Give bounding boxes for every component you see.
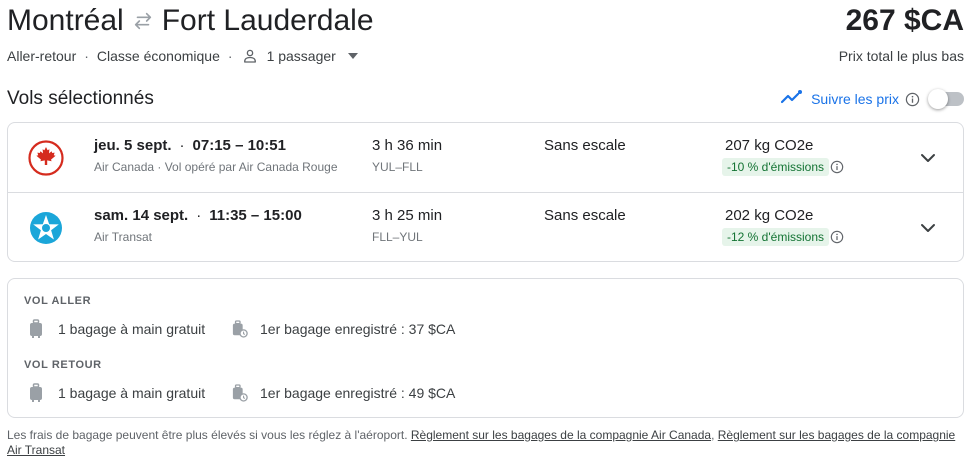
selected-flights-title: Vols sélectionnés: [7, 88, 154, 109]
baggage-footnote: Les frais de bagage peuvent être plus él…: [7, 428, 957, 458]
footnote-comma: ,: [711, 428, 715, 442]
carry-on-text: 1 bagage à main gratuit: [58, 385, 206, 401]
flight-date: jeu. 5 sept.: [94, 137, 172, 154]
flight-times: sam. 14 sept. · 11:35 – 15:00: [94, 207, 302, 224]
outbound-heading: VOL ALLER: [24, 295, 92, 307]
air-canada-logo: [28, 140, 64, 176]
emissions-value: 207 kg CO2e: [725, 137, 814, 154]
trip-type: Aller-retour: [7, 48, 77, 64]
departure-arrival-time: 07:15 – 10:51: [192, 137, 286, 154]
route-title: Montréal Fort Lauderdale: [7, 2, 374, 40]
emissions-badge: -10 % d'émissions: [722, 158, 829, 176]
departure-arrival-time: 11:35 – 15:00: [209, 207, 302, 224]
footnote-text: Les frais de bagage peuvent être plus él…: [7, 428, 408, 442]
swap-arrows-icon: [129, 2, 157, 40]
track-prices-label[interactable]: Suivre les prix: [811, 91, 899, 107]
selected-flights-card: jeu. 5 sept. · 07:15 – 10:51 Air Canada · …: [7, 122, 964, 262]
carry-on-text: 1 bagage à main gratuit: [58, 321, 206, 337]
trip-header: Montréal Fort Lauderdale 267 $CA: [7, 2, 964, 42]
chevron-down-icon[interactable]: [919, 149, 937, 167]
person-icon: [241, 47, 259, 65]
info-icon[interactable]: [830, 160, 844, 174]
track-prices[interactable]: Suivre les prix: [780, 86, 964, 112]
stops-info: Sans escale: [544, 207, 626, 224]
separator-dot: ·: [196, 207, 202, 224]
caret-down-icon[interactable]: [347, 53, 358, 59]
info-icon[interactable]: [905, 92, 920, 107]
toggle-knob: [928, 89, 948, 109]
checked-bag-text: 1er bagage enregistré : 49 $CA: [260, 385, 456, 401]
trip-options: Aller-retour · Classe économique · 1 pas…: [7, 45, 358, 67]
emissions-badge: -12 % d'émissions: [722, 228, 829, 246]
origin-city: Montréal: [7, 4, 124, 37]
airline-name: Air Transat: [94, 230, 153, 244]
passenger-count[interactable]: 1 passager: [267, 48, 336, 64]
destination-city: Fort Lauderdale: [161, 4, 374, 37]
return-baggage-line: 1 bagage à main gratuit 1er bagage enreg…: [28, 382, 455, 404]
flight-row[interactable]: sam. 14 sept. · 11:35 – 15:00 Air Transat …: [8, 193, 963, 261]
airport-codes: FLL–YUL: [372, 230, 423, 244]
track-prices-toggle[interactable]: [928, 89, 964, 109]
separator-dot: ·: [179, 137, 185, 154]
chevron-down-icon[interactable]: [919, 219, 937, 237]
air-transat-logo: [28, 210, 64, 246]
flight-date: sam. 14 sept.: [94, 207, 189, 224]
flight-row[interactable]: jeu. 5 sept. · 07:15 – 10:51 Air Canada · …: [8, 123, 963, 193]
info-icon[interactable]: [830, 230, 844, 244]
carry-on-bag-icon: [28, 319, 44, 339]
flight-times: jeu. 5 sept. · 07:15 – 10:51: [94, 137, 286, 154]
separator-dot: ·: [227, 48, 233, 64]
carry-on-bag-icon: [28, 383, 44, 403]
return-heading: VOL RETOUR: [24, 359, 102, 371]
airport-codes: YUL–FLL: [372, 160, 423, 174]
total-price: 267 $CA: [845, 4, 964, 37]
baggage-card: VOL ALLER 1 bagage à main gratuit 1er ba…: [7, 278, 964, 418]
checked-bag-icon: [232, 319, 248, 339]
price-caption: Prix total le plus bas: [838, 48, 964, 64]
checked-bag-icon: [232, 383, 248, 403]
checked-bag-text: 1er bagage enregistré : 37 $CA: [260, 321, 456, 337]
flight-duration: 3 h 25 min: [372, 207, 443, 224]
airline-name: Air Canada · Vol opéré par Air Canada Ro…: [94, 160, 338, 174]
air-canada-baggage-link[interactable]: Règlement sur les bagages de la compagni…: [411, 428, 711, 442]
emissions-value: 202 kg CO2e: [725, 207, 814, 224]
stops-info: Sans escale: [544, 137, 626, 154]
cabin-class: Classe économique: [96, 48, 220, 64]
trend-icon: [780, 89, 803, 110]
outbound-baggage-line: 1 bagage à main gratuit 1er bagage enreg…: [28, 318, 455, 340]
flight-duration: 3 h 36 min: [372, 137, 443, 154]
separator-dot: ·: [84, 48, 89, 64]
